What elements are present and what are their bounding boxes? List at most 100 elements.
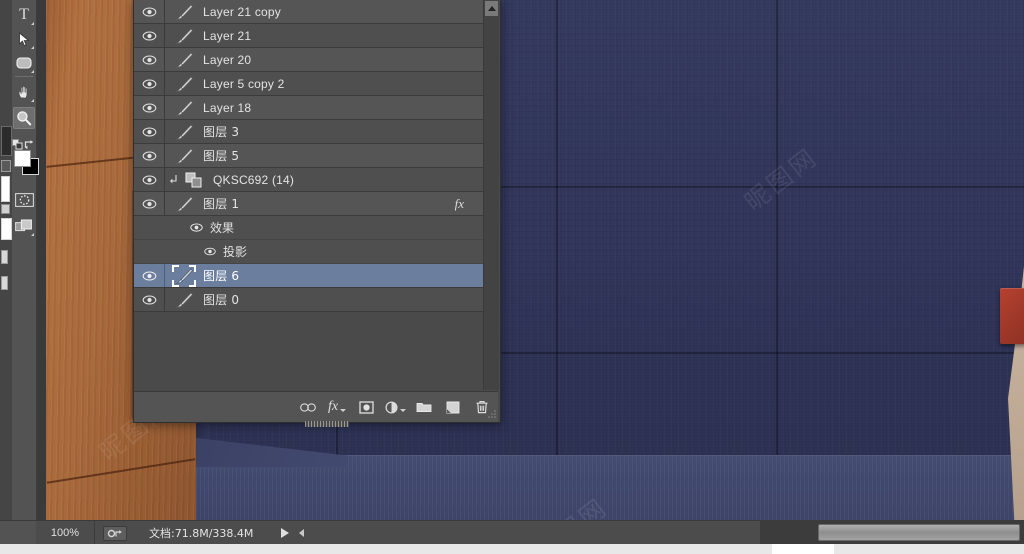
layer-name: Layer 18 <box>203 100 252 115</box>
zoom-tool[interactable] <box>13 107 35 129</box>
layer-effect-row[interactable]: 投影 <box>134 240 484 264</box>
rectangle-tool[interactable] <box>13 52 35 74</box>
layer-row[interactable]: Layer 20 <box>134 48 484 72</box>
layer-row[interactable]: 图层 0 <box>134 288 484 312</box>
layer-row[interactable]: QKSC692 (14) <box>134 168 484 192</box>
new-group-button[interactable] <box>411 394 437 420</box>
layer-thumbnail[interactable] <box>165 291 203 309</box>
layer-thumbnail[interactable] <box>165 51 203 69</box>
left-arrow-icon[interactable] <box>299 529 305 537</box>
tool-flyout-triangle-icon <box>31 99 34 102</box>
hand-icon <box>18 85 27 98</box>
layer-name: 图层 3 <box>203 125 240 139</box>
link-layers-button[interactable] <box>295 394 321 420</box>
layer-row[interactable]: Layer 18 <box>134 96 484 120</box>
panel-resize-handle[interactable] <box>305 421 349 427</box>
layers-empty-area[interactable] <box>134 312 484 390</box>
play-arrow-icon[interactable] <box>281 528 290 538</box>
tools-palette[interactable]: T <box>12 0 39 520</box>
taskbar-item[interactable] <box>772 544 834 554</box>
eye-icon <box>142 126 156 137</box>
layers-panel[interactable]: Layer 21 copy Layer 21 Layer 20 Layer 5 … <box>133 0 501 427</box>
red-object <box>1000 288 1024 344</box>
eye-icon <box>142 6 156 17</box>
layer-visibility-toggle[interactable] <box>134 288 165 311</box>
type-tool[interactable]: T <box>13 4 35 26</box>
layer-thumbnail[interactable] <box>181 172 205 188</box>
horizontal-scrollbar-thumb[interactable] <box>818 524 1020 541</box>
layer-visibility-toggle[interactable] <box>134 0 165 23</box>
default-colors-icon <box>12 138 23 149</box>
layer-fx-badge[interactable]: fx <box>455 196 464 212</box>
eye-icon <box>142 198 156 209</box>
folder-icon <box>416 403 432 412</box>
zoom-level-field[interactable]: 100% <box>36 521 95 545</box>
layers-panel-footer[interactable]: fx <box>134 391 498 422</box>
layer-visibility-toggle[interactable] <box>134 96 165 119</box>
new-layer-button[interactable] <box>440 394 466 420</box>
foreground-color-swatch[interactable] <box>14 150 31 167</box>
status-bar-left-pad <box>0 520 36 545</box>
paintbrush-thumb-icon <box>175 123 194 140</box>
tool-fragment <box>1 160 11 172</box>
layer-row[interactable]: 图层 1 fx <box>134 192 484 216</box>
swap-colors-icon <box>24 139 34 149</box>
screen-mode-button[interactable] <box>13 215 35 237</box>
hand-tool[interactable] <box>13 81 35 103</box>
tool-fragment <box>1 204 10 214</box>
layer-row[interactable]: Layer 21 <box>134 24 484 48</box>
layer-name: 图层 6 <box>203 269 240 283</box>
layer-visibility-toggle[interactable] <box>134 264 165 287</box>
wall-crack <box>46 458 196 484</box>
layer-thumbnail[interactable] <box>165 147 203 165</box>
layer-row[interactable]: Layer 21 copy <box>134 0 484 24</box>
layer-thumbnail[interactable] <box>165 264 203 287</box>
layer-style-button[interactable]: fx <box>324 394 350 420</box>
paintbrush-thumb-icon <box>175 99 194 116</box>
layer-thumbnail[interactable] <box>165 27 203 45</box>
thumbnail-selection-brackets <box>172 264 196 287</box>
color-swatches[interactable] <box>14 150 39 175</box>
layer-row[interactable]: 图层 3 <box>134 120 484 144</box>
layer-effects-group-row[interactable]: 效果 <box>134 216 484 240</box>
new-layer-icon <box>446 401 460 413</box>
tool-flyout-triangle-icon <box>31 70 34 73</box>
proxy-preview-icon[interactable] <box>103 525 127 541</box>
layer-visibility-toggle[interactable] <box>134 168 165 191</box>
path-selection-icon <box>18 31 30 46</box>
layer-visibility-toggle[interactable] <box>134 72 165 95</box>
path-selection-tool[interactable] <box>13 28 35 50</box>
tool-fragment <box>1 126 12 156</box>
layer-row-selected[interactable]: 图层 6 <box>134 264 484 288</box>
layer-visibility-toggle[interactable] <box>134 120 165 143</box>
layer-row[interactable]: 图层 5 <box>134 144 484 168</box>
effect-visibility-toggle[interactable] <box>204 247 216 256</box>
layer-thumbnail[interactable] <box>165 3 203 21</box>
layer-mask-button[interactable] <box>353 394 379 420</box>
paintbrush-thumb-icon <box>175 195 194 212</box>
adjustment-layer-button[interactable] <box>382 394 408 420</box>
tool-fragment <box>1 250 8 264</box>
effect-label: 投影 <box>223 245 248 259</box>
layer-row[interactable]: Layer 5 copy 2 <box>134 72 484 96</box>
layer-thumbnail[interactable] <box>165 99 203 117</box>
scroll-up-arrow-icon[interactable] <box>485 1 498 16</box>
eye-icon <box>190 223 203 232</box>
layer-thumbnail[interactable] <box>165 123 203 141</box>
effects-visibility-toggle[interactable] <box>190 223 203 232</box>
layer-visibility-toggle[interactable] <box>134 192 165 215</box>
layer-thumbnail[interactable] <box>165 75 203 93</box>
layers-list[interactable]: Layer 21 copy Layer 21 Layer 20 Layer 5 … <box>134 0 484 390</box>
resize-grip-icon[interactable] <box>486 410 496 420</box>
layer-visibility-toggle[interactable] <box>134 48 165 71</box>
layer-thumbnail[interactable] <box>165 195 203 213</box>
horizontal-scrollbar[interactable] <box>760 520 1024 544</box>
tool-flyout-triangle-icon <box>31 22 34 25</box>
layer-visibility-toggle[interactable] <box>134 24 165 47</box>
eye-icon <box>142 102 156 113</box>
eye-icon <box>142 294 156 305</box>
layers-vertical-scrollbar[interactable] <box>483 0 499 390</box>
link-icon <box>300 402 316 412</box>
layer-visibility-toggle[interactable] <box>134 144 165 167</box>
quick-mask-button[interactable] <box>13 189 35 211</box>
